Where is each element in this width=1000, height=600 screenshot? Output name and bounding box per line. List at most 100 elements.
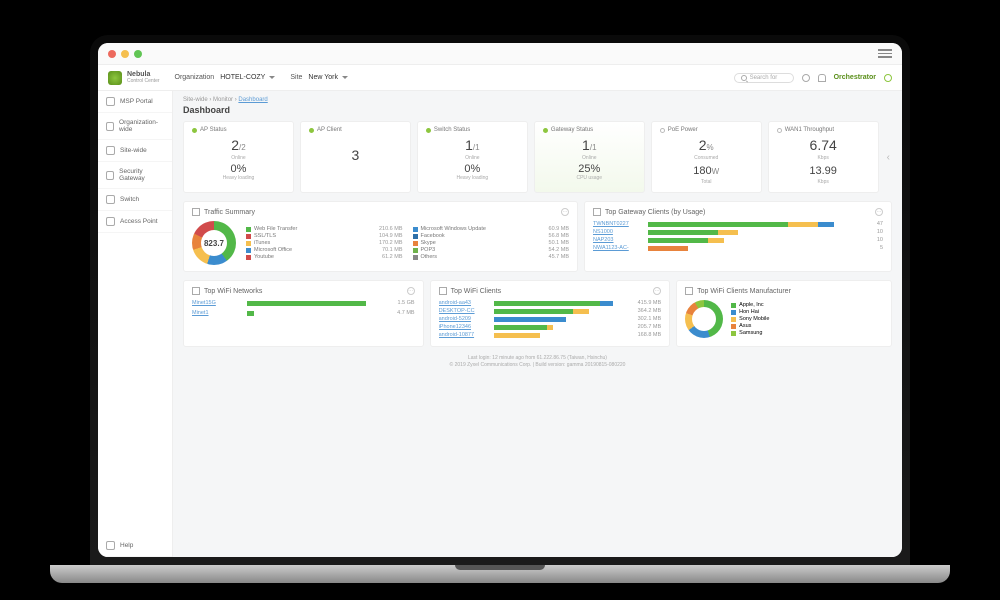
bar-label[interactable]: TWNBNT0227	[593, 221, 643, 227]
expand-icon[interactable]: ⋯	[653, 287, 661, 295]
traffic-total: 823.7	[204, 239, 224, 248]
bar-row: DESKTOP-CC364.2 MB	[439, 308, 662, 314]
help-icon	[106, 541, 115, 550]
sidebar-item-3[interactable]: Security Gateway	[98, 162, 172, 189]
site-select[interactable]: Site New York	[290, 74, 348, 82]
swatch-icon	[731, 303, 736, 308]
stat-sub: Online	[192, 155, 285, 161]
card-title: Gateway Status	[551, 127, 593, 133]
traffic-donut: 823.7	[192, 221, 236, 265]
card-title: Switch Status	[434, 127, 470, 133]
sidebar-item-label: Organization-wide	[119, 119, 164, 133]
sidebar-help[interactable]: Help	[98, 535, 172, 557]
footer-login: Last login: 12 minute ago from 61.222.86…	[183, 355, 892, 362]
bar-track	[494, 301, 627, 306]
nav-icon	[106, 195, 115, 204]
bar-label[interactable]: NS1000	[593, 229, 643, 235]
sidebar-item-label: Switch	[120, 196, 139, 203]
panel-traffic-summary: Traffic Summary⋯ 823.7 Web File Transfer…	[183, 201, 578, 272]
legend-item: Sony Mobile	[731, 316, 769, 322]
stat-den: /1	[590, 143, 597, 152]
legend-item: Microsoft Office70.1 MB	[246, 247, 403, 253]
status-icon	[660, 128, 665, 133]
bar-label[interactable]: android-10877	[439, 332, 489, 338]
bar-value: 1.5 GB	[385, 300, 415, 306]
swatch-icon	[731, 310, 736, 315]
orchestrator-label[interactable]: Orchestrator	[834, 74, 876, 81]
bar-track	[494, 309, 627, 314]
crumb-c[interactable]: Dashboard	[238, 97, 267, 103]
bar-label[interactable]: android-5209	[439, 316, 489, 322]
swatch-icon	[246, 248, 251, 253]
bar-label[interactable]: DESKTOP-CC	[439, 308, 489, 314]
swatch-icon	[413, 248, 418, 253]
legend-item: SSL/TLS104.9 MB	[246, 233, 403, 239]
bar-track	[494, 333, 627, 338]
swatch-icon	[731, 324, 736, 329]
bar-label[interactable]: Minet15G	[192, 300, 242, 306]
sidebar-item-2[interactable]: Site-wide	[98, 140, 172, 162]
swatch-icon	[246, 241, 251, 246]
stat-num: 6.74	[810, 137, 837, 153]
sidebar-item-5[interactable]: Access Point	[98, 211, 172, 233]
menu-icon[interactable]	[878, 49, 892, 58]
chart-icon	[685, 287, 693, 295]
nav-icon	[106, 97, 115, 106]
card-switch-status: Switch Status 1/1 Online 0% Heavy loadin…	[417, 121, 528, 193]
legend-item: Web File Transfer210.6 MB	[246, 226, 403, 232]
card-ap-client: AP Client 3	[300, 121, 411, 193]
chart-icon	[192, 208, 200, 216]
bar-track	[494, 325, 627, 330]
panel-gateway-clients: Top Gateway Clients (by Usage) ⋯ TWNBNT02…	[584, 201, 892, 272]
bar-track	[247, 301, 380, 306]
swatch-icon	[246, 234, 251, 239]
panel-wifi-networks: Top WiFi Networks⋯ Minet15G1.5 GBMinet14…	[183, 280, 424, 347]
bar-row: iPhone12346205.7 MB	[439, 324, 662, 330]
legend-item: Samsung	[731, 330, 769, 336]
bar-label[interactable]: Minet1	[192, 310, 242, 316]
bar-value: 47	[853, 221, 883, 227]
swatch-icon	[413, 241, 418, 246]
bar-label[interactable]: iPhone12346	[439, 324, 489, 330]
sidebar-item-1[interactable]: Organization-wide	[98, 113, 172, 140]
bar-label[interactable]: NAP203	[593, 237, 643, 243]
globe-icon[interactable]	[802, 74, 810, 82]
stat-unit2: W	[712, 167, 720, 176]
crumb-a[interactable]: Site-wide	[183, 97, 208, 103]
expand-icon[interactable]: ⋯	[875, 208, 883, 216]
chevron-down-icon	[269, 76, 275, 82]
crumb-b[interactable]: Monitor	[213, 97, 233, 103]
search-input[interactable]: Search for	[734, 73, 794, 83]
panel-title: Top Gateway Clients (by Usage)	[605, 209, 705, 216]
bar-track	[648, 230, 848, 235]
org-value: HOTEL-COZY	[220, 74, 265, 81]
stat-sub: Online	[543, 155, 636, 161]
bar-value: 4.7 MB	[385, 310, 415, 316]
bell-icon[interactable]	[818, 74, 826, 82]
bar-value: 302.1 MB	[631, 316, 661, 322]
bar-label[interactable]: NWA1123-AC-	[593, 245, 643, 251]
stat-sub: Consumed	[660, 155, 753, 161]
card-title: PoE Power	[668, 127, 698, 133]
expand-icon[interactable]: ⋯	[561, 208, 569, 216]
laptop-frame: Nebula Control Center Organization HOTEL…	[90, 35, 910, 565]
page-title: Dashboard	[183, 105, 892, 115]
legend-item: Hon Hai	[731, 309, 769, 315]
close-icon[interactable]	[108, 50, 116, 58]
stat-num: 1	[582, 137, 590, 153]
bar-value: 10	[853, 237, 883, 243]
scroll-left-icon[interactable]: ‹	[885, 152, 892, 163]
gateway-client-list: TWNBNT022747NS100010NAP20310NWA1123-AC-5	[593, 221, 883, 251]
zoom-icon[interactable]	[134, 50, 142, 58]
stat-num2: 13.99	[809, 165, 837, 177]
stat-num: 1	[465, 137, 473, 153]
sidebar-item-4[interactable]: Switch	[98, 189, 172, 211]
sidebar-item-0[interactable]: MSP Portal	[98, 91, 172, 113]
org-select[interactable]: Organization HOTEL-COZY	[175, 74, 276, 82]
expand-icon[interactable]: ⋯	[407, 287, 415, 295]
stat-pct: 0%	[426, 163, 519, 175]
orchestrator-icon[interactable]	[884, 74, 892, 82]
bar-label[interactable]: android-aa43	[439, 300, 489, 306]
card-title: AP Client	[317, 127, 342, 133]
minimize-icon[interactable]	[121, 50, 129, 58]
